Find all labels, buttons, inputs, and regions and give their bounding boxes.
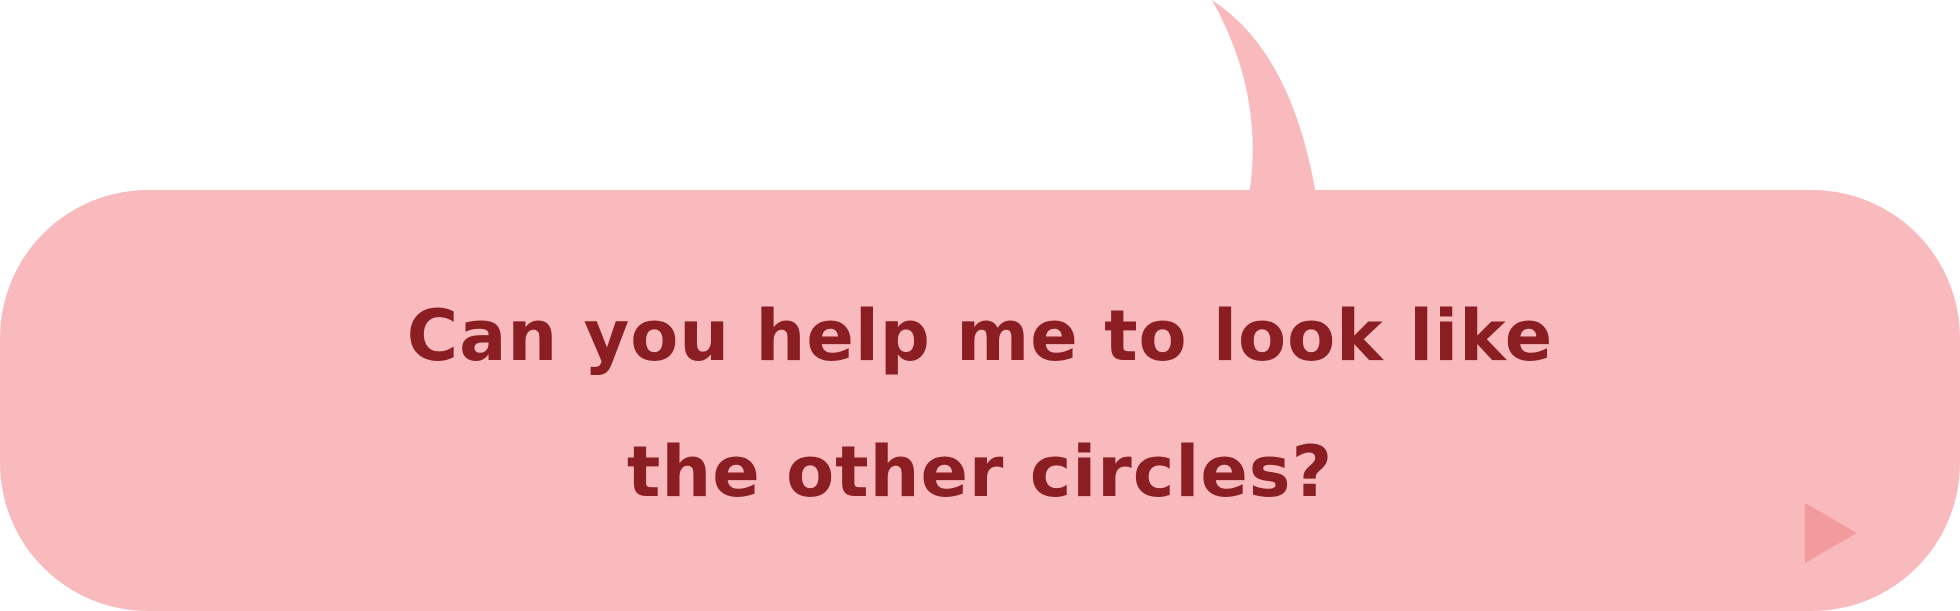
- dialog-line-1: Can you help me to look like: [406, 294, 1554, 377]
- dialog-text: Can you help me to look like the other c…: [0, 190, 1960, 611]
- play-triangle-icon: [1805, 503, 1857, 563]
- tail-shape: [1212, 0, 1316, 195]
- next-dialog-button[interactable]: [1805, 503, 1857, 563]
- dialog-line-2: the other circles?: [626, 430, 1334, 513]
- dialog-scene: Can you help me to look like the other c…: [0, 0, 1960, 611]
